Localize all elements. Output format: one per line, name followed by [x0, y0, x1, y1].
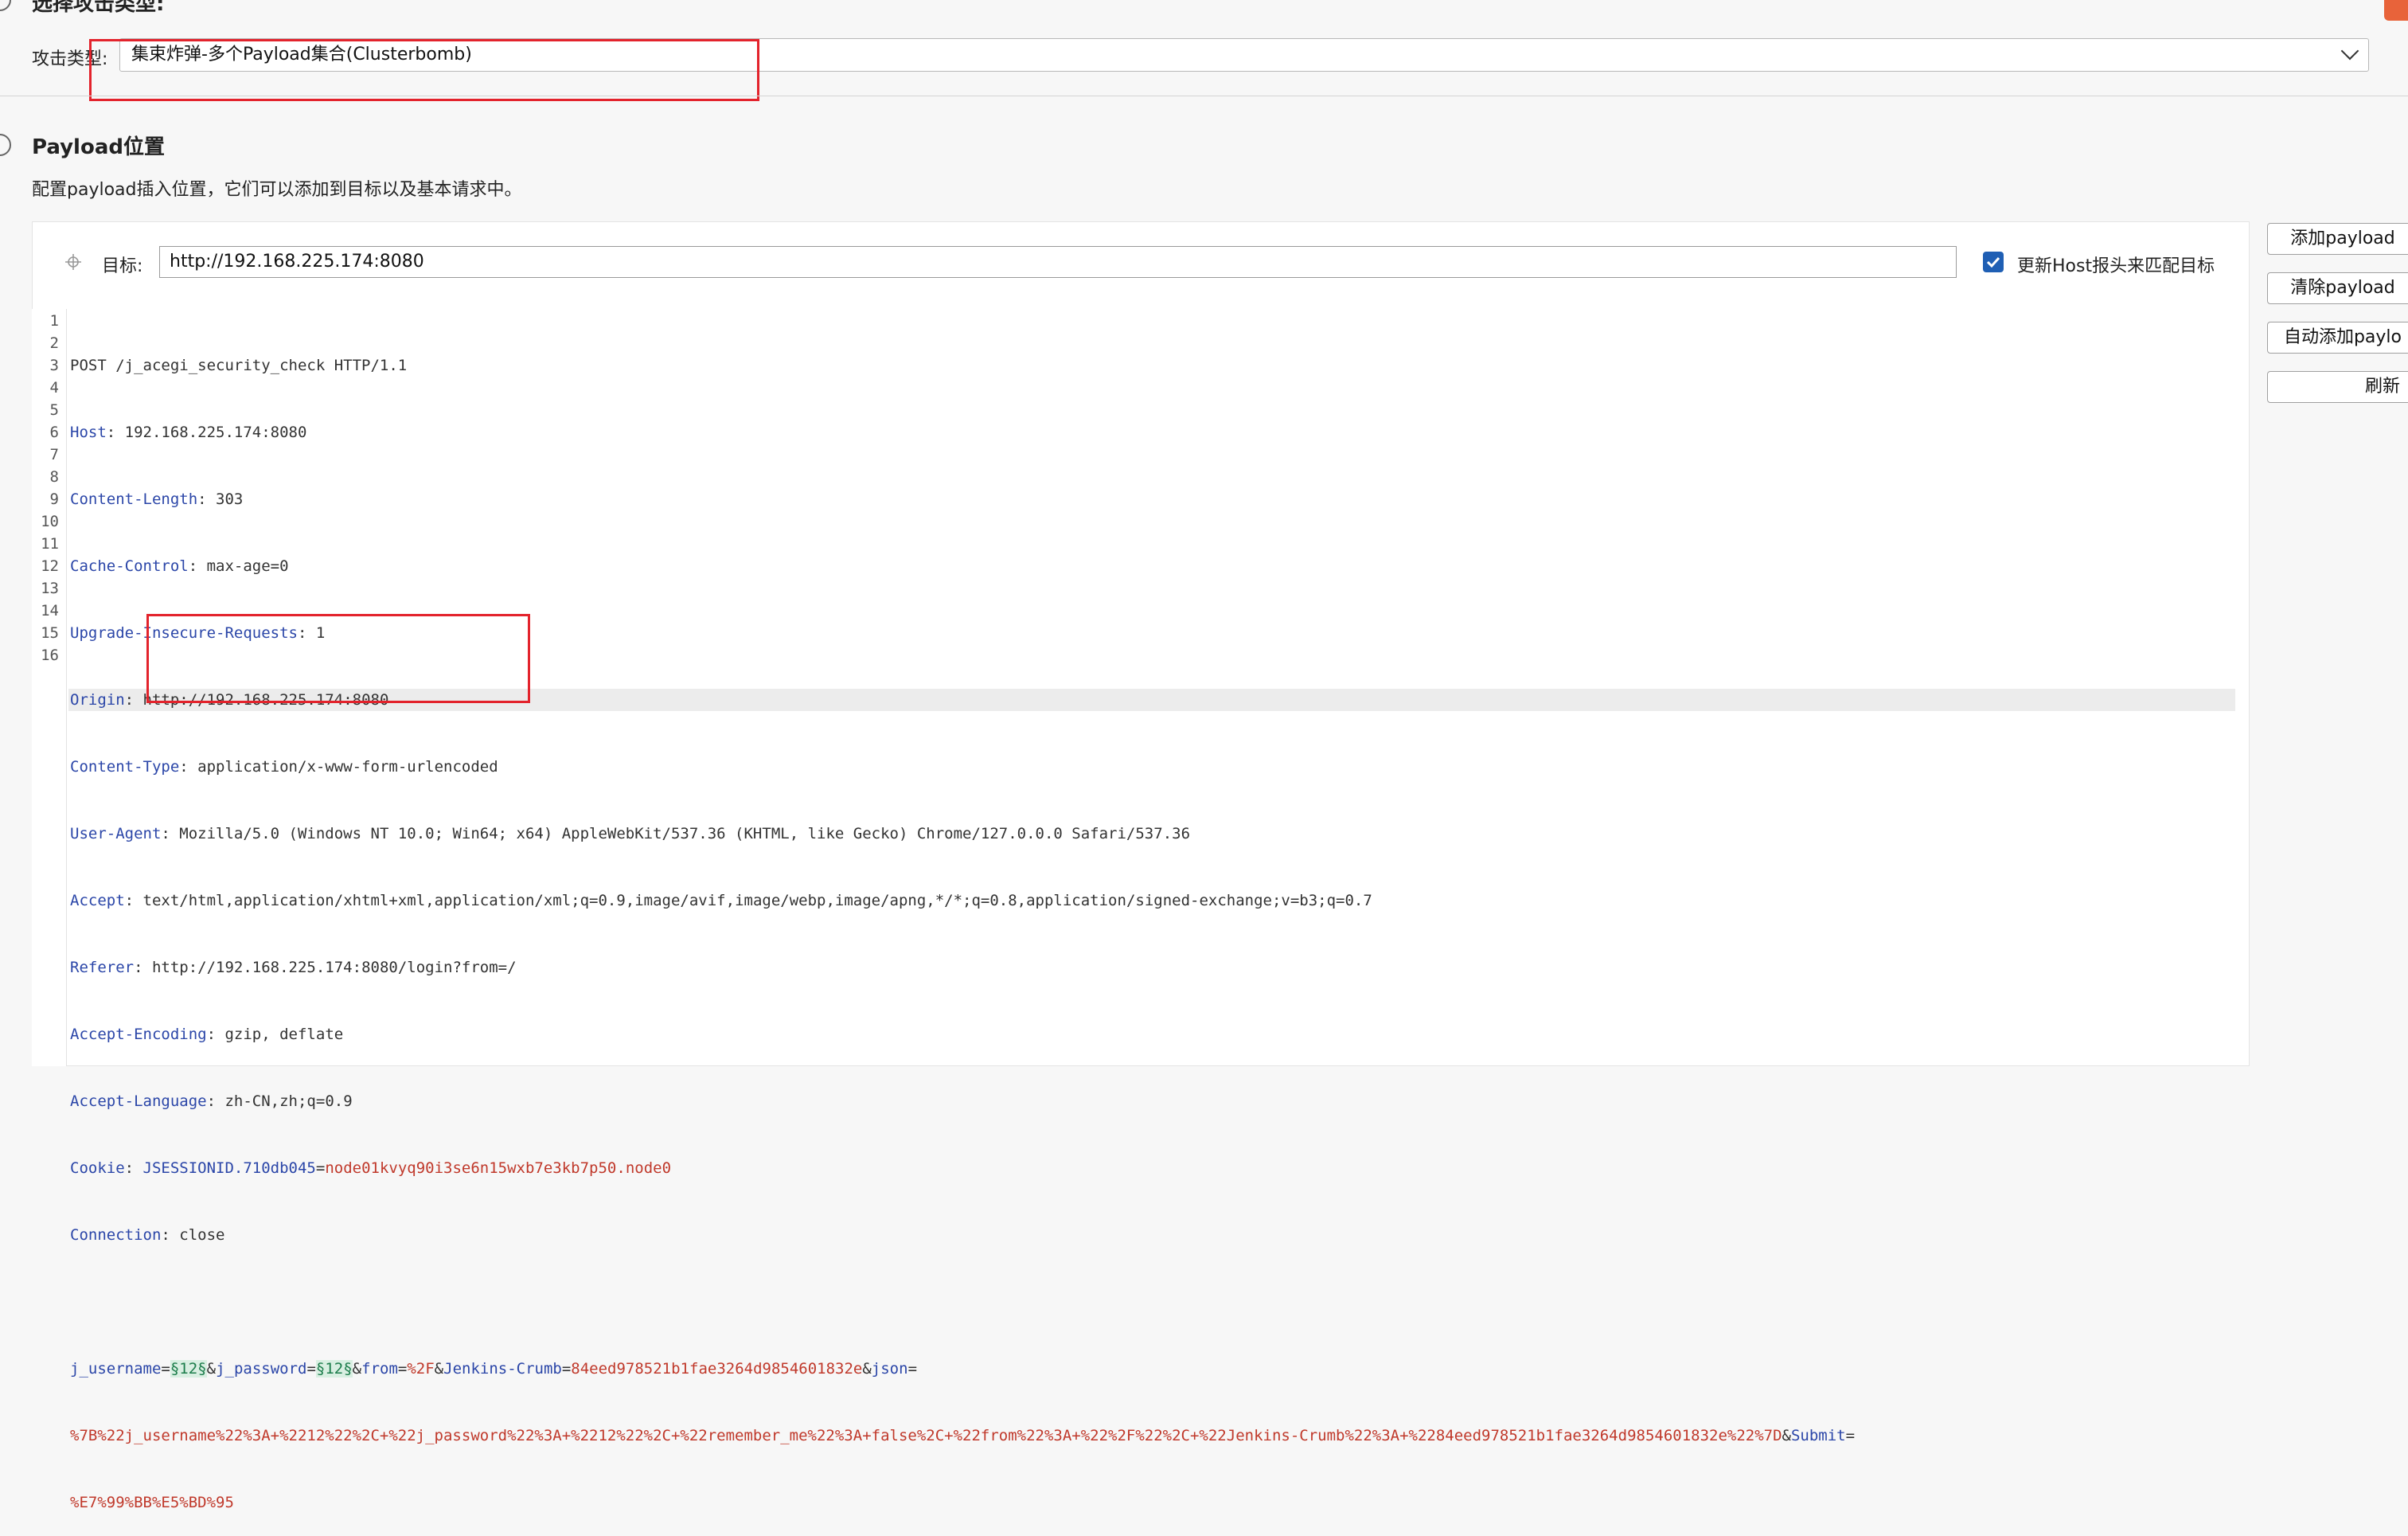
header-line: User-Agent: Mozilla/5.0 (Windows NT 10.0…: [70, 825, 1191, 842]
collapse-icon[interactable]: [0, 0, 11, 11]
corner-indicator: [2384, 0, 2408, 21]
line-number: 14: [41, 602, 59, 619]
annotation-box-payload-markers: [146, 614, 530, 703]
body-line: j_username=§12§&j_password=§12§&from=%2F…: [70, 1360, 918, 1378]
collapse-icon[interactable]: [0, 134, 11, 156]
header-line: Host: 192.168.225.174:8080: [70, 424, 307, 441]
add-payload-button[interactable]: 添加payload: [2267, 223, 2408, 255]
header-line: Connection: close: [70, 1226, 225, 1244]
request-line: POST /j_acegi_security_check HTTP/1.1: [70, 357, 408, 374]
crosshair-icon[interactable]: [65, 254, 81, 270]
header-line: Content-Type: application/x-www-form-url…: [70, 758, 498, 776]
line-number: 9: [49, 491, 59, 508]
line-number: 10: [41, 513, 59, 530]
target-url-value: http://192.168.225.174:8080: [170, 252, 424, 272]
update-host-checkbox[interactable]: [1983, 252, 2004, 272]
line-number: 13: [41, 580, 59, 597]
attack-section-title: 选择攻击类型:: [32, 0, 165, 16]
auto-add-payload-button[interactable]: 自动添加paylo: [2267, 322, 2408, 354]
header-line: Referer: http://192.168.225.174:8080/log…: [70, 959, 517, 976]
payload-section-title: Payload位置: [32, 135, 165, 159]
annotation-box-attack-type: [89, 39, 759, 101]
line-number: 8: [49, 468, 59, 486]
update-host-label: 更新Host报头来匹配目标: [2017, 256, 2215, 276]
header-line: Accept: text/html,application/xhtml+xml,…: [70, 892, 1372, 909]
refresh-label: 刷新: [2364, 377, 2400, 397]
body-line-wrapped: %7B%22j_username%22%3A+%2212%22%2C+%22j_…: [70, 1427, 1856, 1444]
target-label: 目标:: [102, 256, 143, 276]
target-url-input[interactable]: http://192.168.225.174:8080: [159, 246, 1957, 278]
line-number: 15: [41, 624, 59, 642]
line-number: 6: [49, 424, 59, 441]
line-number: 16: [41, 647, 59, 664]
request-editor[interactable]: POST /j_acegi_security_check HTTP/1.1 Ho…: [70, 310, 1855, 1536]
header-line: Accept-Encoding: gzip, deflate: [70, 1026, 344, 1043]
check-icon: [1986, 256, 2000, 268]
line-number: 12: [41, 557, 59, 575]
line-number: 11: [41, 535, 59, 553]
line-number: 1: [49, 312, 59, 330]
header-line: Accept-Language: zh-CN,zh;q=0.9: [70, 1092, 353, 1110]
header-line: Content-Length: 303: [70, 491, 244, 508]
line-number: 2: [49, 334, 59, 352]
line-number: 4: [49, 379, 59, 397]
refresh-button[interactable]: 刷新: [2267, 371, 2408, 403]
line-number: 7: [49, 446, 59, 463]
line-number: 3: [49, 357, 59, 374]
line-number: 5: [49, 401, 59, 419]
payload-section-description: 配置payload插入位置，它们可以添加到目标以及基本请求中。: [32, 180, 522, 200]
body-line-wrapped: %E7%99%BB%E5%BD%95: [70, 1494, 234, 1511]
header-line: Cache-Control: max-age=0: [70, 557, 289, 575]
payload-marker[interactable]: §12§: [315, 1360, 353, 1378]
line-numbers: 1 2 3 4 5 6 7 8 9 10 11 12 13 14 15 16: [19, 310, 59, 666]
cookie-line: Cookie: JSESSIONID.710db045=node01kvyq90…: [70, 1159, 672, 1177]
clear-payload-button[interactable]: 清除payload: [2267, 272, 2408, 304]
payload-marker[interactable]: §12§: [170, 1360, 207, 1378]
